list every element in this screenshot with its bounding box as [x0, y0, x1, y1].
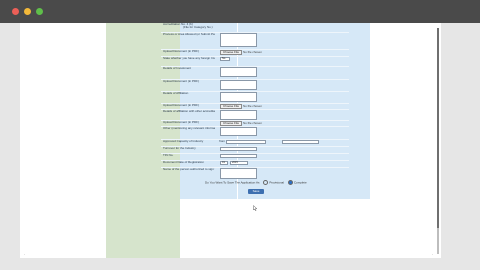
mouse-cursor-icon	[253, 205, 258, 211]
form-textarea[interactable]	[220, 33, 257, 47]
form-label: TIN No.	[163, 154, 174, 157]
radio-provisional[interactable]	[263, 180, 269, 185]
form-label: Upload Document (in PDF)	[163, 121, 200, 124]
file-category-hint: (File for Category No.)	[183, 25, 213, 29]
window-titlebar	[0, 0, 480, 23]
form-label: Details of Investment	[163, 67, 192, 70]
form-label: Upload Document (in PDF)	[163, 104, 200, 107]
form-label: Upload Document (in PDF)	[163, 50, 200, 53]
form-textarea[interactable]	[220, 67, 257, 77]
form-select[interactable]: No	[220, 57, 230, 61]
radio-complete[interactable]	[287, 180, 293, 185]
date-year-select[interactable]: 2015	[230, 161, 248, 165]
field-prefix: from	[219, 139, 225, 143]
save-button[interactable]: Save	[248, 189, 264, 194]
save-as-row: Do You Want To Save The Application As P…	[205, 180, 307, 185]
capacity-to-field[interactable]	[282, 140, 319, 144]
form-text-field[interactable]	[220, 154, 257, 158]
form-label: Name of the person authorized to sign th…	[163, 168, 215, 171]
close-window-icon[interactable]	[12, 8, 19, 15]
save-as-question: Do You Want To Save The Application As	[205, 180, 260, 185]
form-text-field[interactable]	[220, 147, 257, 151]
scrollbar-thumb[interactable]	[437, 28, 439, 228]
form-textarea[interactable]	[220, 80, 257, 90]
form-label: Other (mentioning any relevant informati…	[163, 127, 215, 130]
choose-file-button[interactable]: Choose File	[220, 50, 242, 55]
form-textarea[interactable]	[220, 92, 257, 102]
form-textarea[interactable]	[220, 110, 257, 120]
vertical-scrollbar[interactable]	[437, 28, 439, 254]
form-label: Turnover for the Industry	[163, 147, 196, 150]
page-corner-mark-left: ·	[24, 252, 26, 257]
form-label: Details of Affiliation	[163, 92, 189, 95]
page-corner-mark-right: ·	[432, 252, 434, 257]
form-label: Details of affiliation with other accred…	[163, 110, 215, 113]
maximize-window-icon[interactable]	[36, 8, 43, 15]
radio-provisional-label: Provisional	[269, 180, 285, 185]
form-label: Process or Area Allowed (or Submit Parti…	[163, 33, 215, 36]
form-label: Upload Document (in PDF)	[163, 80, 200, 83]
capacity-from-field[interactable]	[226, 140, 266, 144]
form-label: Approved Capacity of Industry	[163, 140, 204, 143]
form-label: State whether you have any foreign Inves…	[163, 57, 215, 60]
no-file-chosen-label: No file chosen	[243, 50, 263, 54]
form-textarea[interactable]	[220, 127, 257, 136]
form-label: Document Date of Registration	[163, 161, 205, 164]
minimize-window-icon[interactable]	[24, 8, 31, 15]
date-day-select[interactable]: 01	[220, 161, 228, 165]
radio-complete-label: Complete	[293, 180, 307, 185]
form-textarea[interactable]	[220, 168, 257, 179]
